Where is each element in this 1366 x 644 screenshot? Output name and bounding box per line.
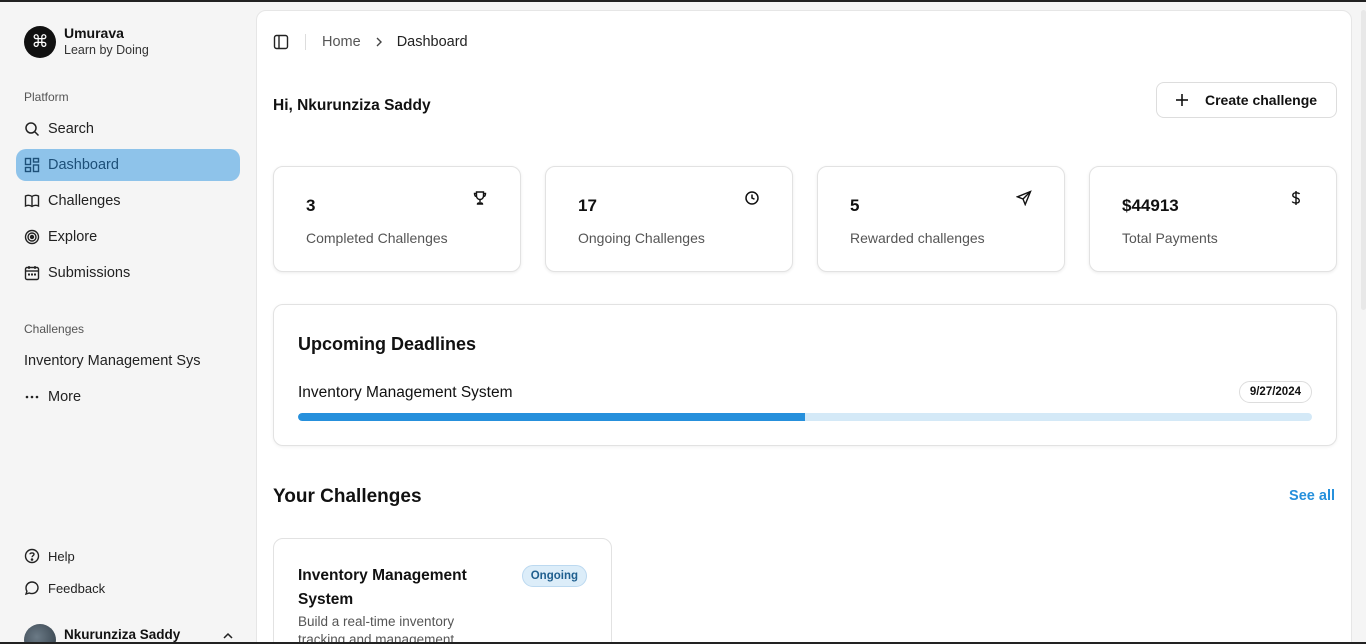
sidebar: ⌘ Umurava Learn by Doing Platform Search… [0,2,256,644]
brand[interactable]: ⌘ Umurava Learn by Doing [24,25,149,59]
stat-card-ongoing: 17 Ongoing Challenges [545,166,793,272]
platform-section-label: Platform [24,90,69,104]
stat-label: Completed Challenges [306,230,448,246]
chevron-right-icon [376,37,382,47]
deadline-progress-fill [298,413,805,421]
plus-icon [1176,94,1188,106]
sidebar-more[interactable]: More [16,381,240,413]
deadline-item-name[interactable]: Inventory Management System [298,384,513,402]
book-icon [24,193,40,209]
your-challenges-title: Your Challenges [273,486,422,507]
status-badge: Ongoing [521,565,587,587]
sidebar-item-submissions[interactable]: Submissions [16,257,240,289]
challenges-section-label: Challenges [24,322,85,336]
deadlines-title: Upcoming Deadlines [298,334,477,354]
challenge-card-description: Build a real-time inventory tracking and… [298,614,455,644]
message-icon [24,581,39,596]
clock-icon [745,191,759,205]
sidebar-item-explore[interactable]: Explore [16,221,240,253]
sidebar-item-search[interactable]: Search [16,113,240,145]
more-icon [24,389,40,405]
create-challenge-button[interactable]: Create challenge [1156,82,1337,118]
trophy-icon [473,191,487,205]
user-name: Nkurunziza Saddy [64,627,181,642]
stat-label: Rewarded challenges [850,230,985,246]
stat-value: 5 [850,196,860,215]
sidebar-item-label: More [48,389,82,405]
sidebar-item-label: Dashboard [48,157,119,173]
deadline-date-badge: 9/27/2024 [1238,381,1312,403]
stat-value: 3 [306,196,316,215]
topbar-divider [305,34,306,50]
stat-card-completed: 3 Completed Challenges [273,166,521,272]
feedback-label: Feedback [48,580,106,596]
main-panel: Home Dashboard Hi, Nkurunziza Saddy Crea… [256,10,1352,644]
chevron-up-icon [223,632,233,639]
sidebar-toggle-icon[interactable] [273,34,289,50]
breadcrumb-current: Dashboard [396,34,468,50]
target-icon [24,229,40,245]
challenge-card-title: Inventory Management System [298,567,467,608]
send-icon [1016,190,1032,206]
deadline-progress-bar [298,413,1312,421]
sidebar-challenge-link[interactable]: Inventory Management Sys [24,353,201,369]
user-menu[interactable]: Nkurunziza Saddy [24,624,234,644]
upcoming-deadlines-card: Upcoming Deadlines Inventory Management … [273,304,1337,446]
help-label: Help [48,548,75,564]
stat-label: Ongoing Challenges [578,230,705,246]
calendar-icon [24,265,40,281]
sidebar-item-label: Explore [48,229,98,245]
help-icon [24,548,40,564]
page-scrollbar[interactable] [1361,10,1366,310]
search-icon [24,121,40,137]
brand-tagline: Learn by Doing [64,43,149,57]
sidebar-item-label: Submissions [48,265,131,281]
sidebar-item-label: Challenges [48,193,121,209]
sidebar-item-challenges[interactable]: Challenges [16,185,240,217]
create-challenge-label: Create challenge [1205,92,1318,108]
topbar: Home Dashboard [273,33,468,51]
greeting: Hi, Nkurunziza Saddy [273,97,431,114]
dollar-icon [1291,191,1301,205]
breadcrumb-home[interactable]: Home [322,34,361,50]
command-icon: ⌘ [24,26,56,58]
sidebar-item-dashboard[interactable]: Dashboard [16,149,240,181]
breadcrumb: Home Dashboard [322,34,468,50]
challenge-card[interactable]: Inventory Management System Ongoing Buil… [273,538,612,644]
stat-card-payments: $44913 Total Payments [1089,166,1337,272]
avatar [24,624,56,644]
stat-value: 17 [578,196,597,215]
dashboard-icon [24,157,40,173]
stat-label: Total Payments [1122,230,1218,246]
feedback-link[interactable]: Feedback [16,575,240,601]
brand-name: Umurava [64,25,124,41]
see-all-link[interactable]: See all [1289,488,1335,504]
help-link[interactable]: Help [16,543,240,569]
sidebar-item-label: Search [48,121,94,137]
stat-value: $44913 [1122,196,1179,215]
stat-card-rewarded: 5 Rewarded challenges [817,166,1065,272]
